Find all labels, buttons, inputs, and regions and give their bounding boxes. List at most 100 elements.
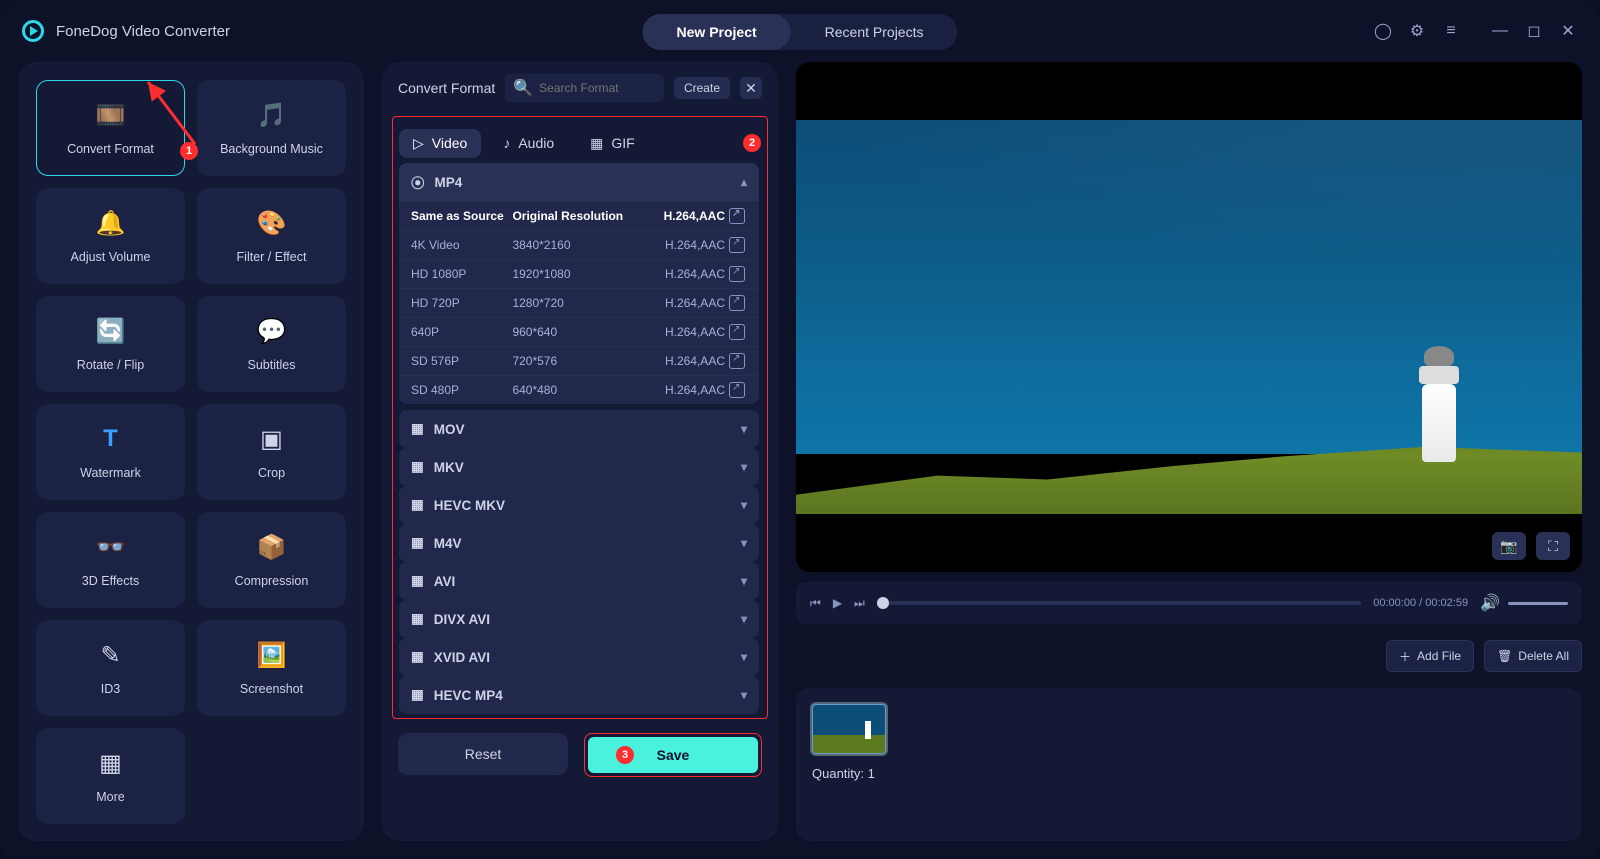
minimize-icon[interactable]: — <box>1490 21 1510 41</box>
tool-more[interactable]: ▦ More <box>36 728 185 824</box>
typetab-audio[interactable]: ♪ Audio <box>489 129 568 157</box>
tool-label: Background Music <box>220 142 323 156</box>
format-file-icon: ▦ <box>411 535 424 551</box>
format-mp4: ⦿ MP4 ▴ Same as SourceOriginal Resolutio… <box>399 163 759 404</box>
format-head[interactable]: ▦AVI▾ <box>399 562 759 600</box>
tool-compression[interactable]: 📦 Compression <box>197 512 346 608</box>
close-panel-icon[interactable]: ✕ <box>740 77 762 99</box>
maximize-icon[interactable]: ◻ <box>1524 21 1544 41</box>
account-icon[interactable]: ◯ <box>1373 21 1393 41</box>
tool-filter-effect[interactable]: 🎨 Filter / Effect <box>197 188 346 284</box>
timeline-slider[interactable] <box>877 601 1361 605</box>
format-file-icon: ▦ <box>411 573 424 589</box>
edit-preset-icon[interactable] <box>729 266 745 282</box>
preset-codec: H.264,AAC <box>638 238 725 252</box>
format-preset-row[interactable]: Same as SourceOriginal ResolutionH.264,A… <box>399 201 759 230</box>
tool-label: Rotate / Flip <box>77 358 144 372</box>
tab-new-project[interactable]: New Project <box>643 14 791 50</box>
preset-codec: H.264,AAC <box>638 296 725 310</box>
tool-subtitles[interactable]: 💬 Subtitles <box>197 296 346 392</box>
prev-track-icon[interactable]: ⏮ <box>810 596 821 611</box>
preset-resolution: 640*480 <box>512 383 638 397</box>
tool-label: Subtitles <box>248 358 296 372</box>
format-head[interactable]: ▦DIVX AVI▾ <box>399 600 759 638</box>
preset-resolution: 3840*2160 <box>512 238 638 252</box>
screenshot-icon: 🖼️ <box>254 640 290 670</box>
typetab-label: GIF <box>611 135 634 151</box>
save-button[interactable]: 3 Save <box>588 737 758 773</box>
chevron-down-icon: ▾ <box>741 612 747 626</box>
typetab-label: Video <box>432 135 468 151</box>
edit-preset-icon[interactable] <box>729 324 745 340</box>
format-preset-row[interactable]: HD 1080P1920*1080H.264,AAC <box>399 259 759 288</box>
preset-codec: H.264,AAC <box>638 209 725 223</box>
preset-label: HD 1080P <box>411 267 512 281</box>
settings-icon[interactable]: ⚙ <box>1407 21 1427 41</box>
typetab-video[interactable]: ▷ Video <box>399 129 481 158</box>
typetab-gif[interactable]: ▦ GIF <box>576 129 649 158</box>
format-preset-row[interactable]: SD 480P640*480H.264,AAC <box>399 375 759 404</box>
add-file-button[interactable]: ＋ Add File <box>1386 640 1474 672</box>
tool-crop[interactable]: ▣ Crop <box>197 404 346 500</box>
format-preset-row[interactable]: 4K Video3840*2160H.264,AAC <box>399 230 759 259</box>
volume-icon[interactable]: 🔊 <box>1480 593 1500 613</box>
preset-label: SD 480P <box>411 383 512 397</box>
project-tabs: New Project Recent Projects <box>643 14 958 50</box>
format-head[interactable]: ▦M4V▾ <box>399 524 759 562</box>
file-thumbnail[interactable] <box>812 704 886 754</box>
tool-watermark[interactable]: T Watermark <box>36 404 185 500</box>
volume-slider[interactable] <box>1508 602 1568 605</box>
annotation-box-2: ▷ Video ♪ Audio ▦ GIF 2 <box>392 116 768 719</box>
tool-convert-format[interactable]: 🎞️ Convert Format <box>36 80 185 176</box>
edit-preset-icon[interactable] <box>729 295 745 311</box>
tab-recent-projects[interactable]: Recent Projects <box>791 14 958 50</box>
reset-button[interactable]: Reset <box>398 733 568 775</box>
format-head[interactable]: ▦HEVC MP4▾ <box>399 676 759 714</box>
close-window-icon[interactable]: ✕ <box>1558 21 1578 41</box>
tool-rotate-flip[interactable]: 🔄 Rotate / Flip <box>36 296 185 392</box>
format-accordion: ⦿ MP4 ▴ Same as SourceOriginal Resolutio… <box>399 163 761 714</box>
tool-id3[interactable]: ✎ ID3 <box>36 620 185 716</box>
format-preset-row[interactable]: 640P960*640H.264,AAC <box>399 317 759 346</box>
menu-icon[interactable]: ≡ <box>1441 21 1461 41</box>
format-head[interactable]: ▦HEVC MKV▾ <box>399 486 759 524</box>
format-head-mp4[interactable]: ⦿ MP4 ▴ <box>399 163 759 201</box>
format-head[interactable]: ▦MKV▾ <box>399 448 759 486</box>
chevron-down-icon: ▾ <box>741 650 747 664</box>
edit-preset-icon[interactable] <box>729 237 745 253</box>
tool-label: 3D Effects <box>82 574 139 588</box>
format-head[interactable]: ▦XVID AVI▾ <box>399 638 759 676</box>
search-format[interactable]: 🔍 <box>505 74 664 102</box>
convert-panel: Convert Format 🔍 Create ✕ ▷ Video <box>382 62 778 841</box>
tool-adjust-volume[interactable]: 🔔 Adjust Volume <box>36 188 185 284</box>
play-icon[interactable]: ▶ <box>833 596 842 610</box>
file-list: Quantity: 1 <box>796 688 1582 841</box>
edit-preset-icon[interactable] <box>729 382 745 398</box>
format-m4v: ▦M4V▾ <box>399 524 759 562</box>
fullscreen-icon[interactable]: ⛶ <box>1536 532 1570 560</box>
search-input[interactable] <box>539 81 694 95</box>
video-icon: ▷ <box>413 135 424 152</box>
next-track-icon[interactable]: ⏭ <box>854 596 865 611</box>
format-preset-row[interactable]: SD 576P720*576H.264,AAC <box>399 346 759 375</box>
snapshot-icon[interactable]: 📷 <box>1492 532 1526 560</box>
create-button[interactable]: Create <box>674 77 730 99</box>
crop-icon: ▣ <box>254 424 290 454</box>
tool-background-music[interactable]: 🎵 Background Music <box>197 80 346 176</box>
preset-codec: H.264,AAC <box>638 354 725 368</box>
preset-resolution: Original Resolution <box>512 209 638 223</box>
edit-preset-icon[interactable] <box>729 208 745 224</box>
watermark-icon: T <box>93 424 129 454</box>
format-head[interactable]: ▦MOV▾ <box>399 410 759 448</box>
delete-all-button[interactable]: 🗑 Delete All <box>1484 640 1582 672</box>
edit-preset-icon[interactable] <box>729 353 745 369</box>
format-preset-row[interactable]: HD 720P1280*720H.264,AAC <box>399 288 759 317</box>
compress-icon: 📦 <box>254 532 290 562</box>
tool-screenshot[interactable]: 🖼️ Screenshot <box>197 620 346 716</box>
tool-3d-effects[interactable]: 👓 3D Effects <box>36 512 185 608</box>
preset-label: 640P <box>411 325 512 339</box>
tool-label: Crop <box>258 466 285 480</box>
filter-icon: 🎨 <box>254 208 290 238</box>
chevron-down-icon: ▾ <box>741 498 747 512</box>
tool-label: Filter / Effect <box>237 250 307 264</box>
